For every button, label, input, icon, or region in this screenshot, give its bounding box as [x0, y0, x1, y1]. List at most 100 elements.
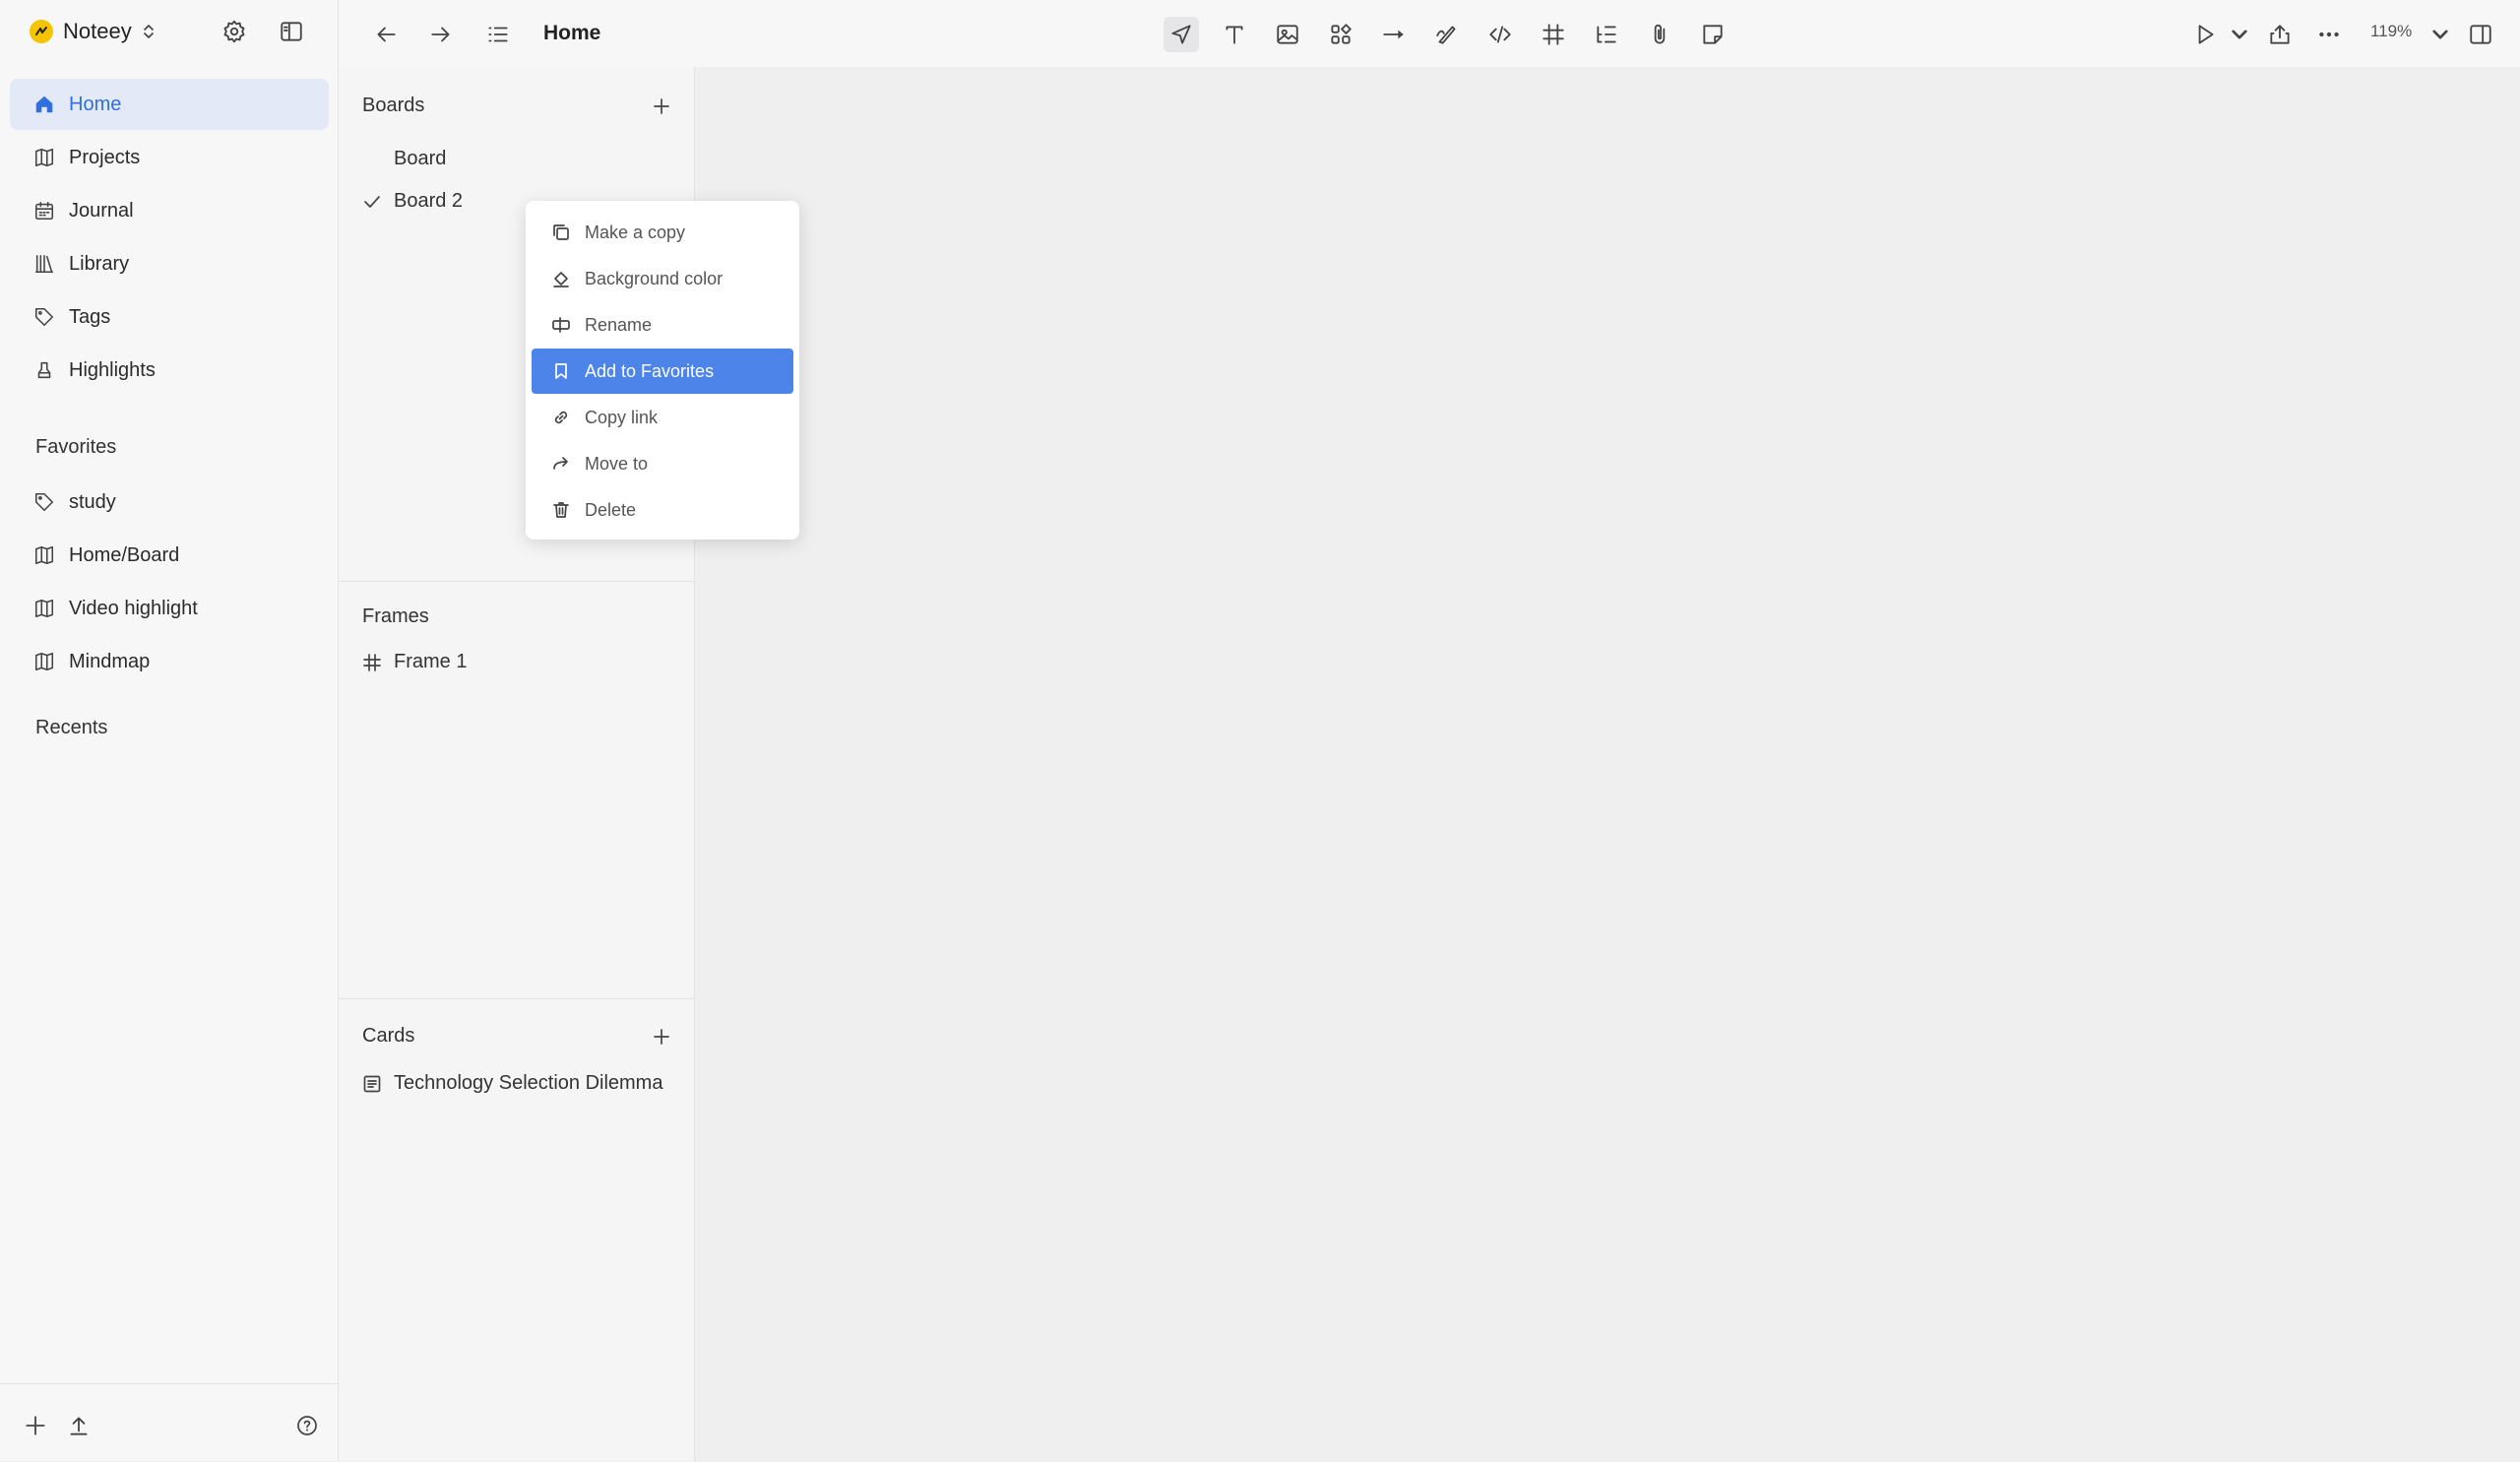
nav-item-label: Highlights [69, 358, 156, 381]
menu-item-label: Background color [585, 268, 724, 288]
more-button[interactable] [2311, 17, 2347, 52]
trash-icon [553, 502, 569, 518]
new-item-button[interactable] [20, 1410, 51, 1441]
play-icon [2198, 25, 2214, 44]
code-tool[interactable] [1482, 17, 1518, 52]
attachment-icon [1654, 24, 1666, 44]
help-icon [297, 1416, 317, 1435]
top-toolbar: Home 119% [339, 0, 2520, 68]
nav-item-tags[interactable]: Tags [10, 291, 329, 343]
cards-heading: Cards [362, 1025, 415, 1047]
menu-item-label: Add to Favorites [585, 360, 715, 381]
plus-icon [654, 98, 669, 114]
present-button[interactable] [2187, 17, 2223, 52]
frame-tool[interactable] [1536, 17, 1571, 52]
menu-item-delete[interactable]: Delete [532, 487, 793, 533]
board-item-label: Board [394, 148, 447, 169]
menu-item-background-color[interactable]: Background color [532, 256, 793, 301]
connector-tool[interactable] [1376, 17, 1412, 52]
favorite-item-label: Home/Board [69, 543, 180, 566]
import-button[interactable] [63, 1410, 94, 1441]
select-tool[interactable] [1164, 17, 1199, 52]
favorite-item-label: Video highlight [69, 597, 198, 619]
menu-item-move-to[interactable]: Move to [532, 441, 793, 486]
chevron-updown-icon [142, 22, 156, 41]
pen-tool[interactable] [1429, 17, 1465, 52]
nav-item-label: Home [69, 93, 122, 115]
nav-item-highlights[interactable]: Highlights [10, 345, 329, 396]
board-item[interactable]: Board 2 [362, 190, 463, 213]
outline-button[interactable] [480, 17, 516, 52]
workspace-switcher[interactable]: Noteey [30, 14, 156, 49]
card-item[interactable]: Technology Selection Dilemma [362, 1072, 662, 1095]
home-icon [35, 95, 53, 113]
frame-item[interactable]: Frame 1 [362, 651, 467, 673]
link-icon [554, 411, 568, 424]
back-button[interactable] [368, 17, 404, 52]
sidebar-footer [0, 1383, 339, 1462]
menu-item-make-copy[interactable]: Make a copy [532, 210, 793, 255]
toggle-sidebar-button[interactable] [276, 16, 307, 47]
nav-item-label: Projects [69, 146, 141, 168]
forward-button[interactable] [423, 17, 459, 52]
gear-icon [223, 20, 245, 43]
text-tool[interactable] [1217, 17, 1252, 52]
settings-button[interactable] [219, 16, 250, 47]
noteey-logo-icon [30, 20, 53, 43]
add-board-button[interactable] [646, 91, 677, 122]
text-icon [1226, 26, 1243, 44]
chevron-down-icon [2432, 30, 2448, 39]
present-options-button[interactable] [2229, 17, 2250, 52]
image-icon [1277, 25, 1298, 44]
nav-item-projects[interactable]: Projects [10, 132, 329, 183]
book-icon [34, 652, 54, 671]
sticky-note-tool[interactable] [1695, 17, 1731, 52]
more-dots-icon [2319, 32, 2339, 37]
calendar-icon [34, 201, 54, 221]
favorite-item-study[interactable]: study [10, 477, 329, 528]
zoom-options-button[interactable] [2429, 17, 2451, 52]
canvas[interactable] [695, 67, 2520, 1461]
plus-icon [26, 1416, 45, 1435]
toggle-right-panel-button[interactable] [2463, 17, 2498, 52]
board-item[interactable]: Board [362, 148, 446, 170]
share-icon [2270, 25, 2290, 44]
arrow-left-icon [377, 27, 396, 42]
zoom-level[interactable]: 119% [2370, 22, 2412, 41]
connector-arrow-icon [1383, 30, 1404, 39]
list-icon [488, 27, 508, 42]
attachment-tool[interactable] [1642, 17, 1677, 52]
book-icon [34, 148, 54, 167]
nav-item-home[interactable]: Home [10, 79, 329, 130]
share-button[interactable] [2262, 17, 2298, 52]
main-nav: Home Projects Journal Library Tags Highl… [10, 79, 329, 398]
rename-icon [552, 317, 570, 333]
components-tool[interactable] [1323, 17, 1358, 52]
menu-item-label: Make a copy [585, 222, 686, 242]
image-tool[interactable] [1270, 17, 1305, 52]
chevron-down-icon [2232, 30, 2247, 39]
add-card-button[interactable] [646, 1021, 677, 1052]
nav-item-journal[interactable]: Journal [10, 185, 329, 236]
board-item-label: Board 2 [394, 190, 464, 212]
menu-item-rename[interactable]: Rename [532, 302, 793, 348]
frame-icon [1543, 24, 1564, 45]
bookmark-icon [555, 363, 567, 379]
components-icon [1331, 24, 1352, 44]
favorite-item-video-highlight[interactable]: Video highlight [10, 583, 329, 634]
sticky-note-icon [1703, 25, 1723, 44]
nav-item-library[interactable]: Library [10, 238, 329, 289]
favorite-item-mindmap[interactable]: Mindmap [10, 636, 329, 687]
menu-item-add-to-favorites[interactable]: Add to Favorites [532, 349, 793, 394]
frame-item-label: Frame 1 [394, 651, 468, 672]
menu-item-copy-link[interactable]: Copy link [532, 395, 793, 440]
book-icon [34, 545, 54, 565]
help-button[interactable] [291, 1410, 323, 1441]
code-icon [1489, 26, 1511, 43]
menu-item-label: Delete [585, 499, 637, 520]
move-arrow-icon [553, 457, 568, 470]
page-title: Home [543, 22, 601, 44]
favorite-item-home-board[interactable]: Home/Board [10, 530, 329, 581]
mindmap-list-tool[interactable] [1589, 17, 1624, 52]
recents-heading: Recents [35, 717, 108, 738]
